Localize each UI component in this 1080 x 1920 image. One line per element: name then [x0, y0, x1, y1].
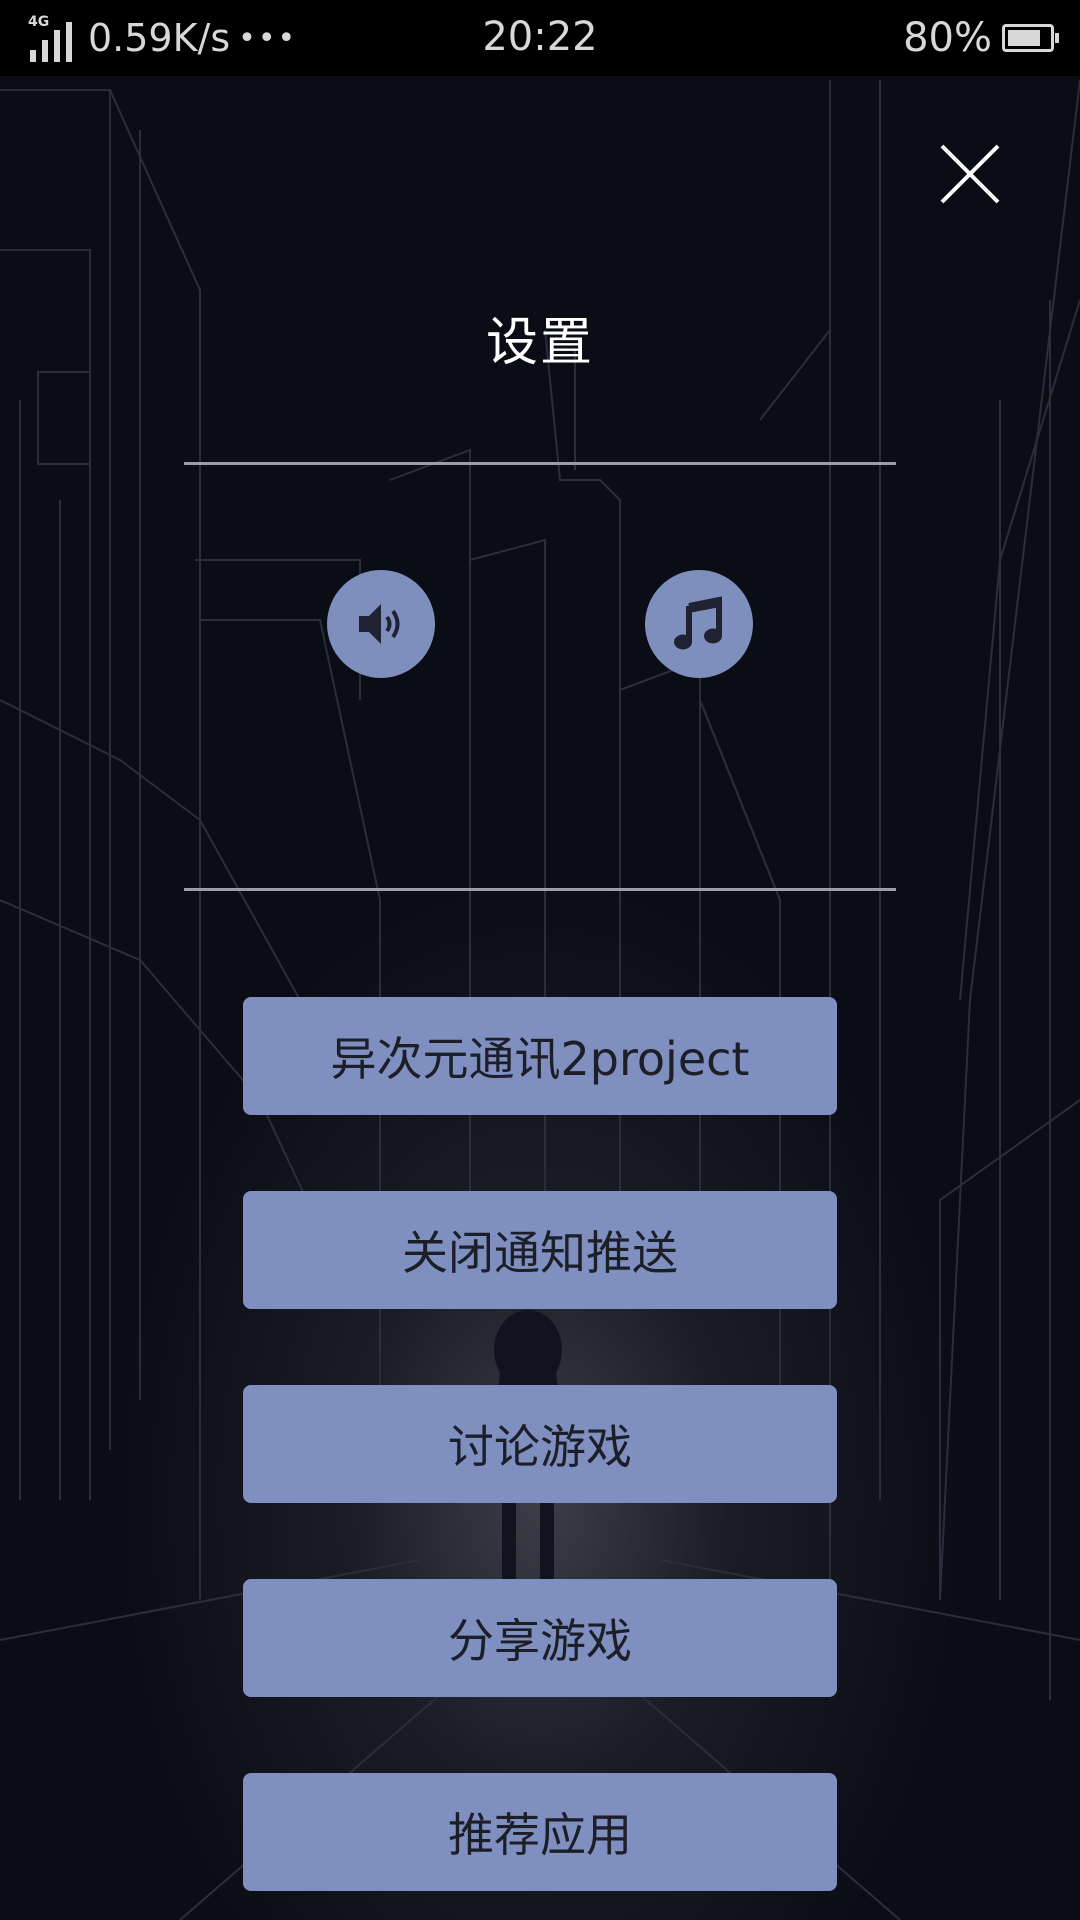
recommend-apps-button[interactable]: 推荐应用: [243, 1773, 837, 1891]
share-game-button[interactable]: 分享游戏: [243, 1579, 837, 1697]
music-toggle-button[interactable]: [645, 570, 753, 678]
music-note-icon: [674, 596, 722, 650]
settings-screen: 4G 0.59K/s ••• 20:22 80% 设置 异次元通讯2projec…: [0, 0, 1080, 1920]
discuss-game-button[interactable]: 讨论游戏: [243, 1385, 837, 1503]
bottom-divider: [184, 888, 896, 891]
battery-icon: [1002, 24, 1059, 52]
top-divider: [184, 462, 896, 465]
project-button[interactable]: 异次元通讯2project: [243, 997, 837, 1115]
sound-toggle-button[interactable]: [327, 570, 435, 678]
status-right-group: 80%: [903, 14, 1059, 62]
status-bar: 4G 0.59K/s ••• 20:22 80%: [0, 0, 1080, 76]
close-button[interactable]: [930, 140, 1006, 216]
close-icon: [940, 144, 1000, 204]
battery-percent: 80%: [903, 15, 992, 61]
page-title: 设置: [485, 313, 594, 373]
disable-notifications-button[interactable]: 关闭通知推送: [243, 1191, 837, 1309]
speaker-icon: [359, 604, 400, 644]
